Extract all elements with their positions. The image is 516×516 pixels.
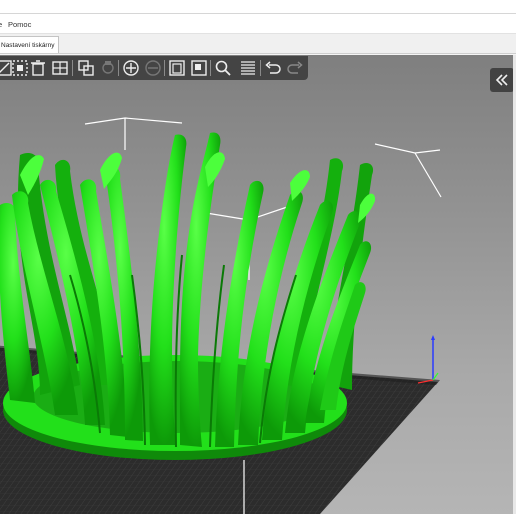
double-chevron-left-icon — [495, 74, 508, 86]
3d-scene — [0, 117, 442, 514]
tab-printer-settings[interactable]: Nastavení tiskárny — [0, 36, 60, 53]
delete-icon[interactable] — [28, 58, 48, 78]
menu-item-edit[interactable]: e — [0, 20, 2, 29]
axis-indicator — [417, 335, 439, 384]
viewport-toolbar — [0, 56, 308, 80]
toolbar-separator — [260, 60, 261, 76]
toolbar-separator — [118, 60, 119, 76]
3d-viewport[interactable] — [0, 55, 516, 514]
tab-printer-settings-label: Nastavení tiskárny — [1, 42, 55, 49]
add-instance-icon[interactable] — [121, 58, 141, 78]
menu-item-help[interactable]: Pomoc — [8, 20, 31, 29]
toolbar-separator — [72, 60, 73, 76]
menubar: e Pomoc — [0, 14, 516, 34]
remove-instance-icon — [143, 58, 163, 78]
select-all-icon[interactable] — [10, 58, 30, 78]
tab-bar: Nastavení tiskárny — [0, 34, 516, 54]
toolbar-separator — [210, 60, 211, 76]
split-parts-icon[interactable] — [189, 58, 209, 78]
undo-icon[interactable] — [263, 58, 283, 78]
redo-icon — [285, 58, 305, 78]
app-window: e Pomoc Nastavení tiskárny — [0, 13, 516, 514]
toolbar-separator — [164, 60, 165, 76]
layers-icon[interactable] — [238, 58, 258, 78]
3d-model-hands-vase — [0, 132, 376, 448]
split-objects-icon[interactable] — [167, 58, 187, 78]
copy-paste-icon[interactable] — [76, 58, 96, 78]
layout-icon[interactable] — [50, 58, 70, 78]
collapse-sidebar-button[interactable] — [490, 68, 514, 92]
search-icon[interactable] — [213, 58, 233, 78]
settings-icon — [98, 58, 118, 78]
